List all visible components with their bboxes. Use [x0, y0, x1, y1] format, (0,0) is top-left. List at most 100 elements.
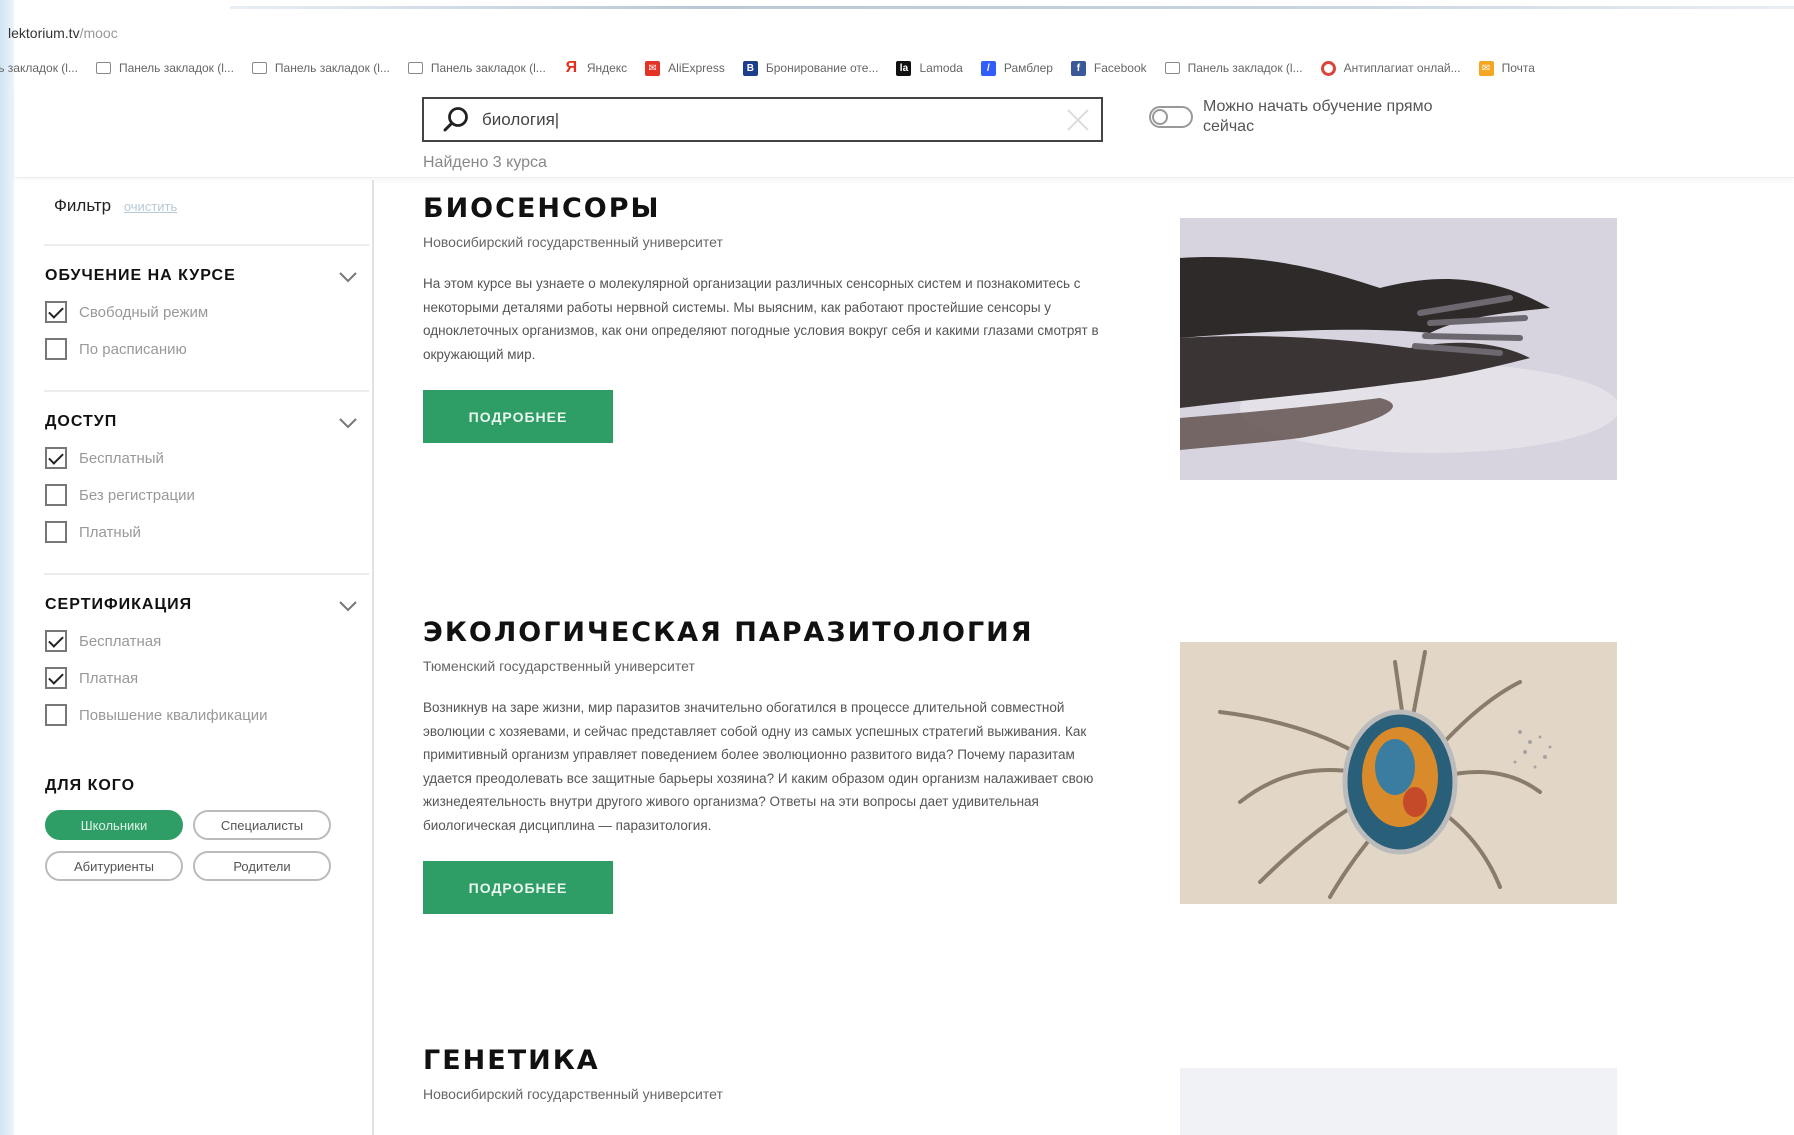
bookmark-label: Яндекс	[586, 61, 628, 75]
section-title-access[interactable]: ДОСТУП	[45, 413, 117, 431]
checkbox-cert-qualification[interactable]: Повышение квалификации	[45, 704, 268, 726]
checkbox-schedule[interactable]: По расписанию	[45, 338, 187, 360]
bookmark-label: Рамблер	[1003, 61, 1053, 75]
more-button[interactable]: ПОДРОБНЕЕ	[423, 861, 613, 914]
pill-parents[interactable]: Родители	[193, 851, 331, 881]
checkbox-label: Бесплатный	[79, 449, 164, 467]
pill-pupils[interactable]: Школьники	[45, 810, 183, 840]
chevron-down-icon[interactable]	[338, 270, 358, 284]
bookmark-item[interactable]: la Lamoda	[896, 60, 963, 76]
section-title-certification[interactable]: СЕРТИФИКАЦИЯ	[45, 596, 192, 614]
search-input[interactable]	[482, 109, 1042, 130]
bookmark-item[interactable]: Я Яндекс	[564, 59, 628, 76]
course-image-parasitology[interactable]	[1180, 642, 1617, 904]
bookmark-label: Facebook	[1093, 61, 1147, 75]
filter-clear-link[interactable]: очистить	[124, 199, 177, 214]
checkbox[interactable]	[45, 704, 67, 726]
filter-sidebar: Фильтр очистить ОБУЧЕНИЕ НА КУРСЕ Свобод…	[14, 180, 374, 1135]
checkbox[interactable]	[45, 447, 67, 469]
bookmark-item[interactable]: ✉ Почта	[1478, 60, 1535, 76]
course-university: Тюменский государственный университет	[423, 658, 695, 674]
checkbox[interactable]	[45, 484, 67, 506]
checkbox-free[interactable]: Бесплатный	[45, 447, 164, 469]
aliexpress-icon: ✉	[645, 60, 661, 76]
checkbox-label: По расписанию	[79, 340, 187, 358]
bookmark-label: Бронирование оте...	[765, 61, 879, 75]
bookmark-item[interactable]: Панель закладок (l...	[0, 61, 78, 75]
checkbox-free-mode[interactable]: Свободный режим	[45, 301, 208, 323]
course-description: Возникнув на заре жизни, мир паразитов з…	[423, 700, 1094, 833]
course-title[interactable]: ГЕНЕТИКА	[423, 1045, 1113, 1076]
filter-heading: Фильтр очистить	[54, 196, 177, 216]
mail-icon: ✉	[1478, 60, 1494, 76]
bookmarks-bar: Панель закладок (l... Панель закладок (l…	[0, 54, 1734, 82]
course-university: Новосибирский государственный университе…	[423, 1086, 723, 1102]
url-path: /mooc	[79, 25, 118, 41]
lamoda-icon: la	[896, 60, 912, 76]
start-now-toggle-group: Можно начать обучение прямо сейчас	[1149, 97, 1433, 137]
bookmark-item[interactable]: Панель закладок (l...	[407, 61, 546, 75]
course-card-genetics: ГЕНЕТИКА Новосибирский государственный у…	[423, 1045, 1113, 1102]
folder-icon	[1164, 62, 1180, 74]
bookmark-label: Антиплагиат онлай...	[1343, 61, 1461, 75]
bookmark-item[interactable]: Панель закладок (l...	[95, 61, 234, 75]
bookmark-item[interactable]: / Рамблер	[980, 60, 1053, 76]
bookmark-item[interactable]: Панель закладок (l...	[251, 61, 390, 75]
bookmark-item[interactable]: B Бронирование оте...	[742, 60, 879, 76]
search-box[interactable]	[422, 97, 1103, 142]
course-card-biosensors: БИОСЕНСОРЫ Новосибирский государственный…	[423, 193, 1113, 443]
checkbox[interactable]	[45, 338, 67, 360]
close-icon[interactable]	[1065, 107, 1091, 133]
checkbox-label: Повышение квалификации	[79, 706, 268, 724]
more-button[interactable]: ПОДРОБНЕЕ	[423, 390, 613, 443]
toggle-knob	[1152, 109, 1168, 125]
bookmark-label: Панель закладок (l...	[0, 61, 78, 75]
start-now-toggle[interactable]	[1149, 106, 1193, 128]
bookmark-item[interactable]: Панель закладок (l...	[1164, 61, 1303, 75]
pill-specialists[interactable]: Специалисты	[193, 810, 331, 840]
bookmark-item[interactable]: f Facebook	[1070, 60, 1147, 76]
divider	[44, 390, 369, 392]
course-title[interactable]: ЭКОЛОГИЧЕСКАЯ ПАРАЗИТОЛОГИЯ	[423, 617, 1113, 648]
section-title-learning[interactable]: ОБУЧЕНИЕ НА КУРСЕ	[45, 267, 236, 285]
folder-icon	[251, 62, 267, 74]
checkbox-label: Свободный режим	[79, 303, 209, 321]
course-card-parasitology: ЭКОЛОГИЧЕСКАЯ ПАРАЗИТОЛОГИЯ Тюменский го…	[423, 617, 1113, 914]
checkbox[interactable]	[45, 667, 67, 689]
bookmark-label: Lamoda	[919, 61, 963, 75]
course-title[interactable]: БИОСЕНСОРЫ	[423, 193, 1113, 224]
section-title-audience: ДЛЯ КОГО	[45, 777, 136, 794]
course-university: Новосибирский государственный университе…	[423, 234, 723, 250]
address-bar[interactable]: lektorium.tv/mooc	[0, 18, 1794, 48]
course-description: На этом курсе вы узнаете о молекулярной …	[423, 276, 1099, 362]
rambler-icon: /	[980, 60, 996, 76]
bookmark-label: AliExpress	[668, 61, 725, 75]
pill-applicants[interactable]: Абитуриенты	[45, 851, 183, 881]
booking-icon: B	[742, 60, 758, 76]
checkbox-paid[interactable]: Платный	[45, 521, 141, 543]
bookmark-label: Панель закладок (l...	[1187, 61, 1303, 75]
tick-image	[1180, 642, 1617, 904]
bookmark-item[interactable]: ✉ AliExpress	[645, 60, 725, 76]
divider	[44, 573, 369, 575]
search-icon[interactable]	[436, 100, 476, 140]
checkbox-cert-paid[interactable]: Платная	[45, 667, 138, 689]
filter-title: Фильтр	[54, 196, 112, 215]
checkbox-cert-free[interactable]: Бесплатная	[45, 630, 161, 652]
bookmark-label: Панель закладок (l...	[430, 61, 546, 75]
facebook-icon: f	[1070, 60, 1086, 76]
checkbox[interactable]	[45, 630, 67, 652]
antiplagiat-icon	[1320, 60, 1336, 76]
chevron-down-icon[interactable]	[338, 416, 358, 430]
checkbox[interactable]	[45, 301, 67, 323]
checkbox-no-registration[interactable]: Без регистрации	[45, 484, 195, 506]
bookmark-label: Панель закладок (l...	[274, 61, 390, 75]
chevron-down-icon[interactable]	[338, 599, 358, 613]
checkbox[interactable]	[45, 521, 67, 543]
hands-image	[1180, 218, 1617, 480]
course-image-genetics[interactable]	[1180, 1068, 1617, 1135]
course-image-biosensors[interactable]	[1180, 218, 1617, 480]
slide-frame-left	[0, 0, 14, 1135]
bookmark-item[interactable]: Антиплагиат онлай...	[1320, 60, 1461, 76]
bookmark-label: Панель закладок (l...	[118, 61, 234, 75]
